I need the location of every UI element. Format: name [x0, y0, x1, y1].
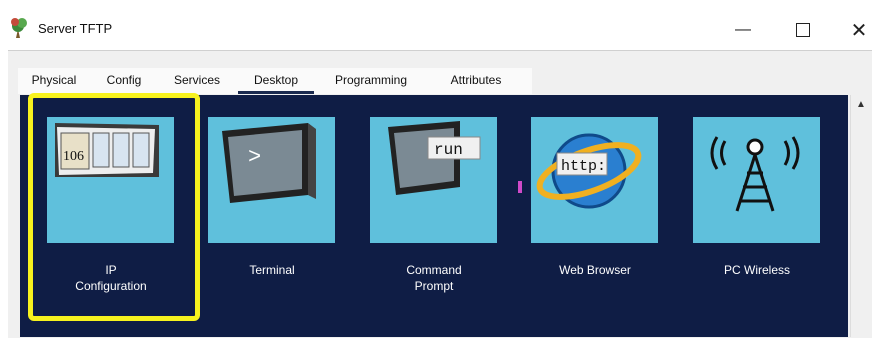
- tab-bar: Physical Config Services Desktop Program…: [18, 68, 532, 94]
- title-bar: Server TFTP — ✕: [0, 0, 878, 50]
- command-prompt-icon: run: [388, 121, 481, 195]
- web-browser-tile[interactable]: http:: [531, 117, 658, 243]
- terminal-icon: >: [222, 123, 316, 203]
- tab-services[interactable]: Services: [158, 68, 236, 94]
- web-browser-label[interactable]: Web Browser: [525, 262, 665, 278]
- window-title: Server TFTP: [38, 21, 113, 36]
- svg-text:>: >: [248, 145, 261, 170]
- svg-text:run: run: [434, 141, 463, 159]
- command-prompt-label[interactable]: Command Prompt: [364, 262, 504, 294]
- pc-wireless-label[interactable]: PC Wireless: [687, 262, 827, 278]
- tab-config[interactable]: Config: [90, 68, 158, 94]
- scroll-up-arrow-icon[interactable]: ▲: [851, 95, 871, 115]
- terminal-tile[interactable]: >: [208, 117, 335, 243]
- close-button[interactable]: ✕: [836, 12, 878, 48]
- cursor-marker: [518, 181, 522, 193]
- command-prompt-tile[interactable]: run: [370, 117, 497, 243]
- pc-wireless-icon: [710, 136, 800, 212]
- tab-physical[interactable]: Physical: [18, 68, 90, 94]
- tab-desktop[interactable]: Desktop: [236, 68, 316, 94]
- tab-attributes[interactable]: Attributes: [426, 68, 526, 94]
- server-tree-icon: [11, 18, 27, 38]
- tab-programming[interactable]: Programming: [316, 68, 426, 94]
- web-browser-icon: http:: [536, 133, 642, 209]
- maximize-icon: [796, 23, 810, 37]
- pc-wireless-tile[interactable]: [693, 117, 820, 243]
- vertical-scrollbar[interactable]: ▲: [850, 95, 871, 337]
- terminal-label[interactable]: Terminal: [202, 262, 342, 278]
- minimize-button[interactable]: —: [720, 12, 766, 48]
- selection-highlight: [28, 93, 200, 321]
- maximize-button[interactable]: [780, 12, 826, 48]
- svg-text:http:: http:: [561, 158, 606, 175]
